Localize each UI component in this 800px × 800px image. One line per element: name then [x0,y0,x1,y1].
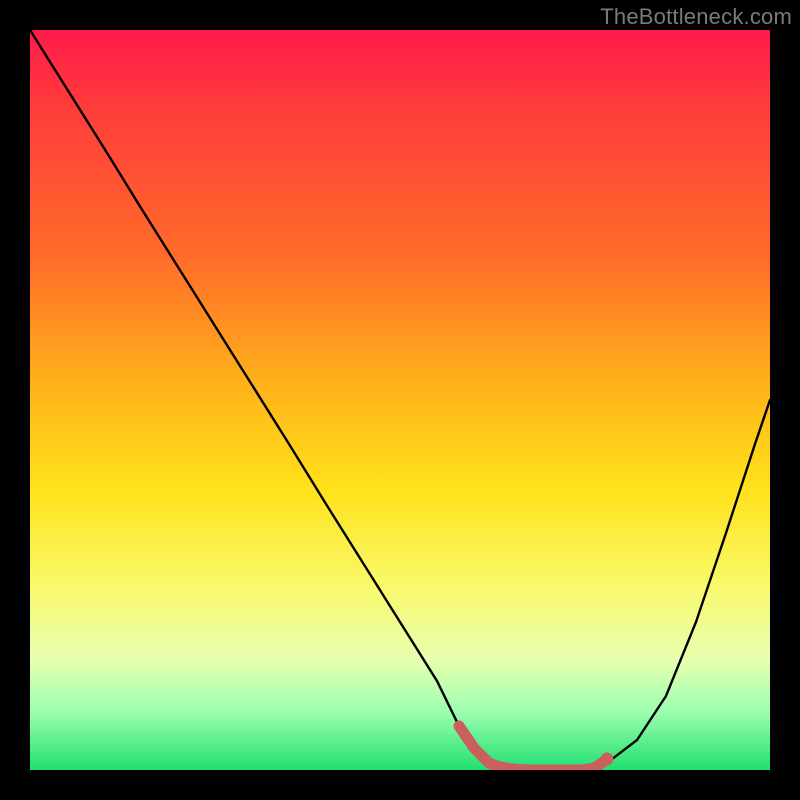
chart-svg [30,30,770,770]
watermark-text: TheBottleneck.com [600,4,792,30]
highlight-valley-line [459,726,607,770]
chart-plot-area [30,30,770,770]
chart-frame: TheBottleneck.com [0,0,800,800]
highlight-end-dot [601,753,614,766]
bottleneck-curve-line [30,30,770,770]
